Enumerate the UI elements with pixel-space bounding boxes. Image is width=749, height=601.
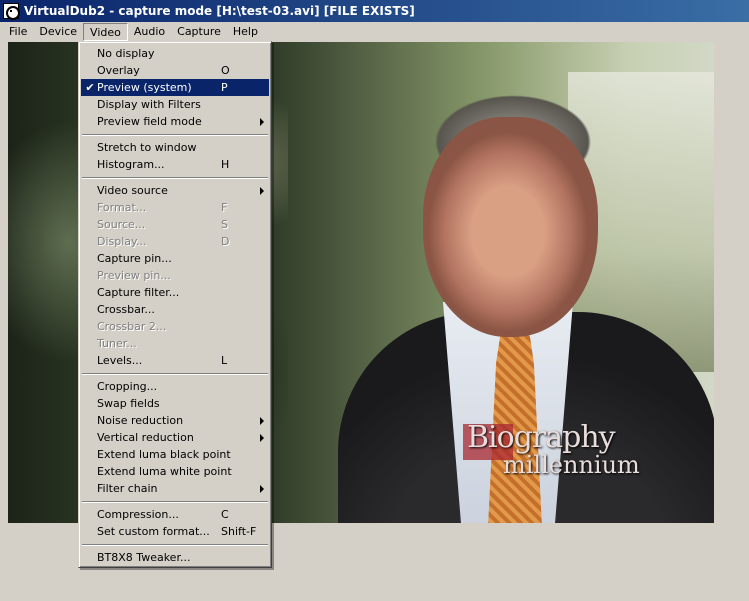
menu-item-label: Vertical reduction bbox=[97, 431, 194, 444]
menu-item-histogram[interactable]: Histogram... H bbox=[81, 156, 269, 173]
menu-item-label: Crossbar 2... bbox=[97, 320, 167, 333]
menu-item-bt8x8-tweaker[interactable]: BT8X8 Tweaker... bbox=[81, 549, 269, 566]
menu-item-shortcut: S bbox=[221, 218, 228, 231]
menu-item-set-custom-format[interactable]: Set custom format... Shift-F bbox=[81, 523, 269, 540]
menu-item-filter-chain[interactable]: Filter chain bbox=[81, 480, 269, 497]
menu-item-shortcut: L bbox=[221, 354, 228, 367]
menu-separator bbox=[81, 497, 269, 506]
menu-help[interactable]: Help bbox=[227, 23, 264, 41]
menu-item-label: Cropping... bbox=[97, 380, 158, 393]
menu-item-compression[interactable]: Compression... C bbox=[81, 506, 269, 523]
menu-item-label: Levels... bbox=[97, 354, 143, 367]
checkmark-icon: ✔ bbox=[85, 81, 95, 94]
menu-item-display: Display... D bbox=[81, 233, 269, 250]
menu-item-label: Format... bbox=[97, 201, 147, 214]
menu-item-preview-field-mode[interactable]: Preview field mode bbox=[81, 113, 269, 130]
video-dropdown-menu: No display Overlay O ✔ Preview (system) P Disp… bbox=[78, 41, 272, 568]
menu-separator bbox=[81, 369, 269, 378]
menu-item-overlay[interactable]: Overlay O bbox=[81, 62, 269, 79]
menu-audio[interactable]: Audio bbox=[128, 23, 171, 41]
menu-item-capture-pin[interactable]: Capture pin... bbox=[81, 250, 269, 267]
menu-item-tuner: Tuner... bbox=[81, 335, 269, 352]
submenu-arrow-icon bbox=[260, 417, 264, 425]
menu-item-source: Source... S bbox=[81, 216, 269, 233]
menu-item-label: Swap fields bbox=[97, 397, 160, 410]
menu-item-label: Crossbar... bbox=[97, 303, 155, 316]
menu-item-capture-filter[interactable]: Capture filter... bbox=[81, 284, 269, 301]
menu-item-label: Source... bbox=[97, 218, 146, 231]
caption-line-1: Biography bbox=[467, 420, 616, 455]
menu-item-shortcut: C bbox=[221, 508, 229, 521]
menu-item-label: Compression... bbox=[97, 508, 179, 521]
menu-item-label: Set custom format... bbox=[97, 525, 210, 538]
menu-item-label: Preview (system) bbox=[97, 81, 192, 94]
app-icon[interactable] bbox=[3, 3, 20, 20]
menu-item-preview-pin: Preview pin... bbox=[81, 267, 269, 284]
menu-capture[interactable]: Capture bbox=[171, 23, 227, 41]
menu-video[interactable]: Video bbox=[83, 23, 128, 41]
menu-item-video-source[interactable]: Video source bbox=[81, 182, 269, 199]
menu-item-levels[interactable]: Levels... L bbox=[81, 352, 269, 369]
menu-item-label: Stretch to window bbox=[97, 141, 197, 154]
submenu-arrow-icon bbox=[260, 434, 264, 442]
menu-item-label: Filter chain bbox=[97, 482, 158, 495]
window-title: VirtualDub2 - capture mode [H:\test-03.a… bbox=[24, 4, 415, 18]
menu-item-label: No display bbox=[97, 47, 155, 60]
menu-item-shortcut: O bbox=[221, 64, 230, 77]
menu-item-label: Video source bbox=[97, 184, 168, 197]
menu-item-label: Tuner... bbox=[97, 337, 137, 350]
menu-item-crossbar-2: Crossbar 2... bbox=[81, 318, 269, 335]
video-person-face bbox=[423, 117, 598, 337]
menu-item-label: Capture filter... bbox=[97, 286, 180, 299]
menu-separator bbox=[81, 173, 269, 182]
submenu-arrow-icon bbox=[260, 485, 264, 493]
menu-item-label: Noise reduction bbox=[97, 414, 184, 427]
menu-item-swap-fields[interactable]: Swap fields bbox=[81, 395, 269, 412]
menu-item-crossbar[interactable]: Crossbar... bbox=[81, 301, 269, 318]
menu-item-vertical-reduction[interactable]: Vertical reduction bbox=[81, 429, 269, 446]
menu-item-cropping[interactable]: Cropping... bbox=[81, 378, 269, 395]
caption-line-2: millennium bbox=[503, 451, 640, 479]
menu-item-display-with-filters[interactable]: Display with Filters bbox=[81, 96, 269, 113]
menu-item-label: Preview pin... bbox=[97, 269, 171, 282]
video-caption: Biography millennium bbox=[463, 420, 714, 479]
title-bar[interactable]: VirtualDub2 - capture mode [H:\test-03.a… bbox=[0, 0, 749, 22]
menu-item-preview-system[interactable]: ✔ Preview (system) P bbox=[81, 79, 269, 96]
submenu-arrow-icon bbox=[260, 118, 264, 126]
menu-separator bbox=[81, 540, 269, 549]
menu-item-shortcut: H bbox=[221, 158, 230, 171]
menu-item-extend-luma-black-point[interactable]: Extend luma black point bbox=[81, 446, 269, 463]
menu-item-label: Preview field mode bbox=[97, 115, 202, 128]
menu-device[interactable]: Device bbox=[33, 23, 83, 41]
menu-item-extend-luma-white-point[interactable]: Extend luma white point bbox=[81, 463, 269, 480]
menu-item-shortcut: P bbox=[221, 81, 228, 94]
menu-item-label: Display... bbox=[97, 235, 147, 248]
menu-item-label: Extend luma black point bbox=[97, 448, 231, 461]
menu-item-format: Format... F bbox=[81, 199, 269, 216]
menu-item-shortcut: F bbox=[221, 201, 228, 214]
menu-item-label: BT8X8 Tweaker... bbox=[97, 551, 191, 564]
menu-item-stretch-to-window[interactable]: Stretch to window bbox=[81, 139, 269, 156]
menu-item-shortcut: D bbox=[221, 235, 230, 248]
menu-item-no-display[interactable]: No display bbox=[81, 45, 269, 62]
menu-bar: File Device Video Audio Capture Help bbox=[0, 22, 749, 42]
menu-file[interactable]: File bbox=[3, 23, 33, 41]
menu-item-label: Extend luma white point bbox=[97, 465, 232, 478]
menu-item-shortcut: Shift-F bbox=[221, 525, 257, 538]
menu-item-label: Display with Filters bbox=[97, 98, 201, 111]
submenu-arrow-icon bbox=[260, 187, 264, 195]
menu-item-label: Histogram... bbox=[97, 158, 165, 171]
menu-item-noise-reduction[interactable]: Noise reduction bbox=[81, 412, 269, 429]
menu-separator bbox=[81, 130, 269, 139]
menu-item-label: Overlay bbox=[97, 64, 140, 77]
menu-item-label: Capture pin... bbox=[97, 252, 172, 265]
